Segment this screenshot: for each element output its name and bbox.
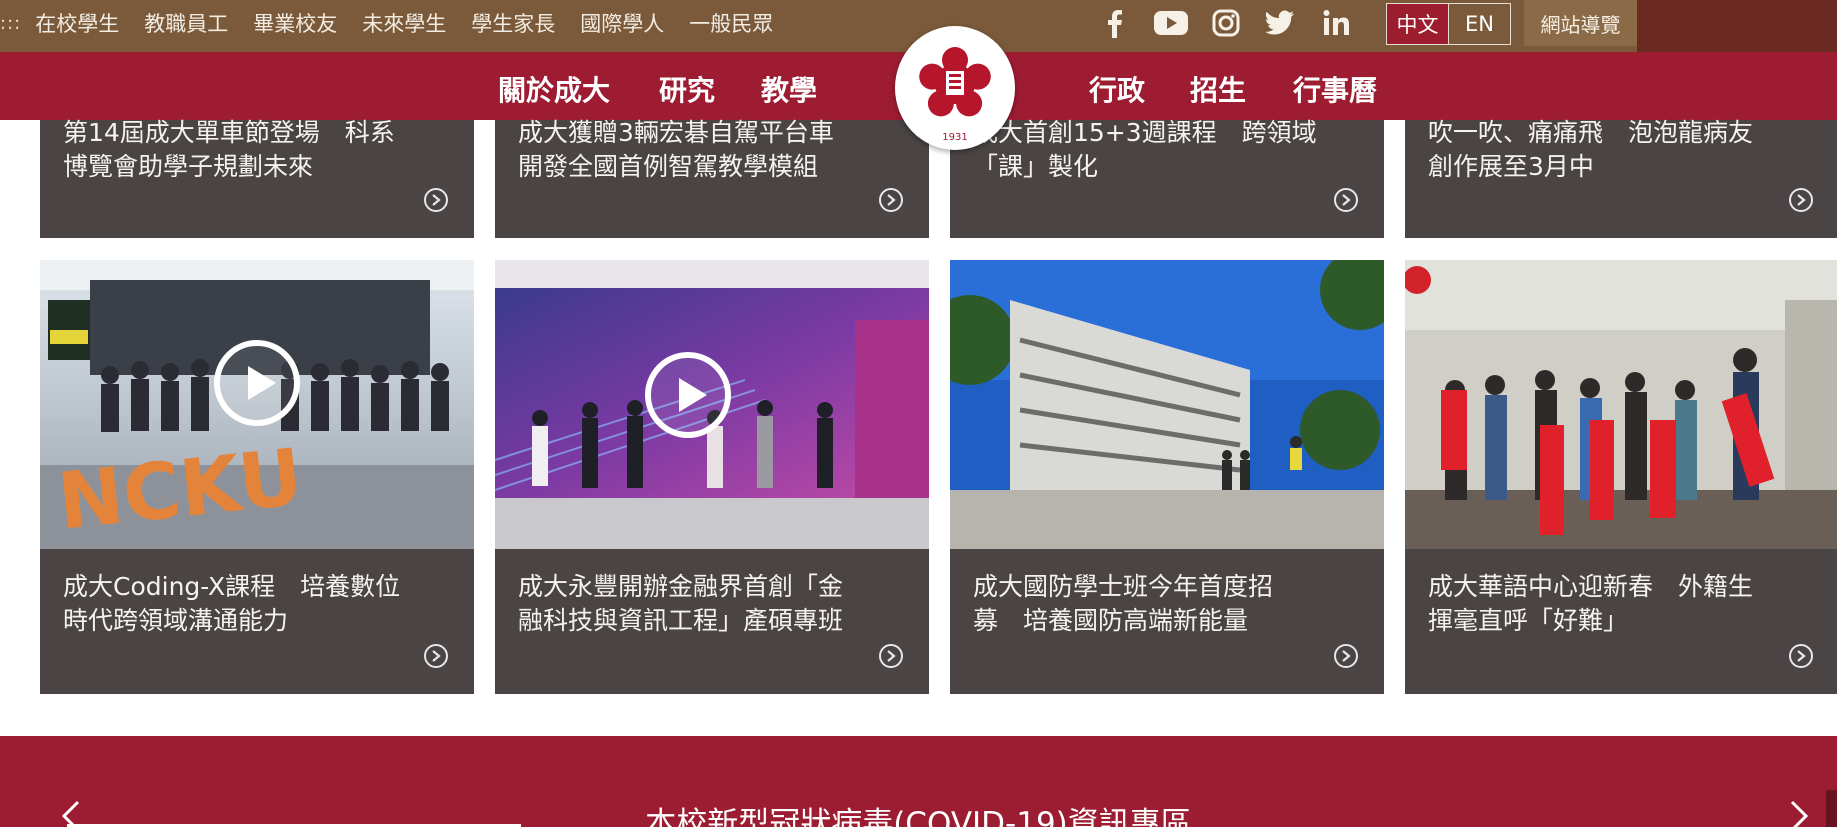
nav-calendar[interactable]: 行事曆 <box>1293 69 1377 109</box>
news-card-title: 成大華語中心迎新春 外籍生 揮毫直呼「好難」 <box>1428 570 1823 638</box>
nav-about[interactable]: 關於成大 <box>498 69 610 109</box>
twitter-icon[interactable] <box>1264 8 1296 38</box>
arrow-right-icon[interactable] <box>1789 644 1813 668</box>
news-card-title-line1: 成大Coding-X課程 培養數位 <box>63 572 401 601</box>
lang-zh-button[interactable]: 中文 <box>1387 4 1449 44</box>
news-photo-defense-program[interactable] <box>950 260 1384 549</box>
instagram-icon[interactable] <box>1210 8 1242 38</box>
linkedin-icon[interactable] <box>1320 8 1352 38</box>
arrow-right-icon[interactable] <box>424 188 448 212</box>
page-scrollbar-thumb[interactable] <box>1826 790 1837 827</box>
lang-en-button[interactable]: EN <box>1449 4 1510 44</box>
news-card-title-line1: 成大永豐開辦金融界首創「金 <box>518 572 844 601</box>
topbar-right-block <box>1637 0 1837 52</box>
facebook-icon[interactable] <box>1098 8 1130 38</box>
chevron-right-icon[interactable] <box>1786 800 1812 827</box>
language-switcher: 中文 EN <box>1386 3 1511 45</box>
news-card-title-line2: 融科技與資訊工程」產碩專班 <box>518 606 844 635</box>
news-card-title-line1: 成大國防學士班今年首度招 <box>973 572 1274 601</box>
audience-link-international[interactable]: 國際學人 <box>580 8 664 38</box>
news-card-title: 成大Coding-X課程 培養數位 時代跨領域溝通能力 <box>63 570 458 638</box>
news-card-title: 吹一吹、痛痛飛 泡泡龍病友 創作展至3月中 <box>1428 116 1823 184</box>
play-video-icon[interactable] <box>645 352 731 438</box>
audience-link-staff[interactable]: 教職員工 <box>144 8 228 38</box>
news-card[interactable]: NCKU 成大Coding-X課程 培養數位 時代跨領域溝通能力 <box>40 260 474 694</box>
news-card-title-line2: 「課」製化 <box>973 152 1099 181</box>
news-card[interactable]: 成大永豐開辦金融界首創「金 融科技與資訊工程」產碩專班 <box>495 260 929 694</box>
news-card-title-line2: 博覽會助學子規劃未來 <box>63 152 314 181</box>
news-card[interactable]: 成大首創15+3週課程 跨領域 「課」製化 <box>950 118 1384 238</box>
news-card[interactable]: 吹一吹、痛痛飛 泡泡龍病友 創作展至3月中 <box>1405 118 1837 238</box>
news-card-title-line1: 第14屆成大單車節登場 科系 <box>63 118 395 147</box>
nav-admissions[interactable]: 招生 <box>1190 69 1246 109</box>
news-card-title: 成大國防學士班今年首度招 募 培養國防高端新能量 <box>973 570 1368 638</box>
news-card-title-line1: 成大首創15+3週課程 跨領域 <box>973 118 1317 147</box>
nav-research[interactable]: 研究 <box>659 69 715 109</box>
news-photo-coding-x[interactable]: NCKU <box>40 260 474 549</box>
news-card-title-line2: 揮毫直呼「好難」 <box>1428 606 1629 635</box>
news-card-title: 第14屆成大單車節登場 科系 博覽會助學子規劃未來 <box>63 116 458 184</box>
youtube-icon[interactable] <box>1152 8 1190 38</box>
news-card-title-line1: 吹一吹、痛痛飛 泡泡龍病友 <box>1428 118 1754 147</box>
news-card-title-line2: 募 培養國防高端新能量 <box>973 606 1249 635</box>
audience-link-prospective[interactable]: 未來學生 <box>362 8 446 38</box>
news-card-title-line2: 開發全國首例智駕教學模組 <box>518 152 819 181</box>
ncku-emblem-icon: 1931 <box>919 47 991 143</box>
news-card-title: 成大首創15+3週課程 跨領域 「課」製化 <box>973 116 1368 184</box>
news-card-title: 成大永豐開辦金融界首創「金 融科技與資訊工程」產碩專班 <box>518 570 913 638</box>
arrow-right-icon[interactable] <box>424 644 448 668</box>
news-card-title-line1: 成大獲贈3輛宏碁自駕平台車 <box>518 118 834 147</box>
nav-teaching[interactable]: 教學 <box>761 69 817 109</box>
sitemap-link[interactable]: 網站導覽 <box>1524 0 1637 46</box>
covid-banner: 本校新型冠狀病毒(COVID-19)資訊專區 <box>0 736 1837 827</box>
news-card[interactable]: 成大國防學士班今年首度招 募 培養國防高端新能量 <box>950 260 1384 694</box>
nav-administration[interactable]: 行政 <box>1089 69 1145 109</box>
arrow-right-icon[interactable] <box>1789 188 1813 212</box>
audience-link-public[interactable]: 一般民眾 <box>689 8 773 38</box>
audience-link-students[interactable]: 在校學生 <box>35 8 119 38</box>
news-card-title-line1: 成大華語中心迎新春 外籍生 <box>1428 572 1754 601</box>
arrow-right-icon[interactable] <box>1334 644 1358 668</box>
logo-year: 1931 <box>942 132 967 143</box>
news-card-title-line2: 時代跨領域溝通能力 <box>63 606 289 635</box>
accesskey-dots[interactable]: ::: <box>0 13 21 34</box>
arrow-right-icon[interactable] <box>1334 188 1358 212</box>
news-card-title: 成大獲贈3輛宏碁自駕平台車 開發全國首例智駕教學模組 <box>518 116 913 184</box>
news-photo-sinopac[interactable] <box>495 260 929 549</box>
arrow-right-icon[interactable] <box>879 188 903 212</box>
covid-banner-title[interactable]: 本校新型冠狀病毒(COVID-19)資訊專區 <box>0 798 1837 827</box>
news-card[interactable]: 成大獲贈3輛宏碁自駕平台車 開發全國首例智駕教學模組 <box>495 118 929 238</box>
audience-link-alumni[interactable]: 畢業校友 <box>253 8 337 38</box>
audience-link-parents[interactable]: 學生家長 <box>471 8 555 38</box>
ncku-logo[interactable]: 1931 <box>895 26 1015 150</box>
play-video-icon[interactable] <box>214 340 300 426</box>
news-card-title-line2: 創作展至3月中 <box>1428 152 1594 181</box>
audience-links: ::: 在校學生 教職員工 畢業校友 未來學生 學生家長 國際學人 一般民眾 <box>0 0 798 46</box>
news-card[interactable]: 第14屆成大單車節登場 科系 博覽會助學子規劃未來 <box>40 118 474 238</box>
arrow-right-icon[interactable] <box>879 644 903 668</box>
chevron-left-icon[interactable] <box>58 800 84 827</box>
news-card[interactable]: 成大華語中心迎新春 外籍生 揮毫直呼「好難」 <box>1405 260 1837 694</box>
news-photo-chinese-center[interactable] <box>1405 260 1837 549</box>
